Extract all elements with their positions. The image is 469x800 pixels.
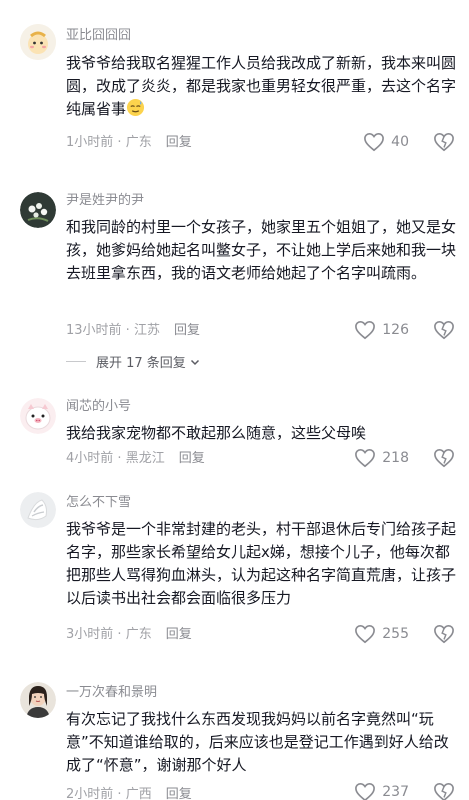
avatar[interactable] bbox=[20, 398, 56, 434]
comment-username[interactable]: 亚比囧囧囧 bbox=[66, 27, 131, 45]
sweat-smile-emoji-icon bbox=[126, 98, 145, 124]
like-button[interactable]: 218 bbox=[354, 448, 409, 468]
reply-button[interactable]: 回复 bbox=[166, 135, 192, 150]
expand-replies-button[interactable]: 展开 17 条回复 bbox=[66, 352, 201, 371]
dislike-icon[interactable] bbox=[433, 320, 455, 340]
like-button[interactable]: 40 bbox=[363, 132, 409, 152]
dislike-icon[interactable] bbox=[433, 782, 455, 800]
dislike-icon[interactable] bbox=[433, 624, 455, 644]
comment-time: 1小时前 bbox=[66, 135, 114, 150]
heart-icon bbox=[355, 782, 376, 800]
comment-text: 我给我家宠物都不敢起那么随意，这些父母唉 bbox=[66, 424, 367, 442]
heart-icon bbox=[355, 320, 376, 340]
dislike-icon[interactable] bbox=[433, 448, 455, 468]
comment-location: 黑龙江 bbox=[125, 451, 165, 466]
comment-time: 3小时前 bbox=[66, 627, 114, 642]
comment-text-body: 我爷爷给我取名猩猩工作人员给我改成了新新，我本来叫圆圆，改成了炎炎，都是我家也重… bbox=[66, 54, 457, 118]
avatar[interactable] bbox=[20, 192, 56, 228]
comment-meta: 4小时前 · 黑龙江 回复 bbox=[66, 450, 205, 468]
comment-username[interactable]: 尹是姓尹的尹 bbox=[66, 192, 144, 210]
comment-location: 江苏 bbox=[133, 323, 160, 338]
heart-icon bbox=[355, 448, 376, 468]
comment-text: 我爷爷是一个非常封建的老头，村干部退休后专门给孩子起名字，那些家长希望给女儿起x… bbox=[66, 520, 457, 607]
meta-separator: · bbox=[121, 323, 134, 338]
comment-location: 广西 bbox=[125, 787, 152, 800]
comment-text: 有次忘记了我找什么东西发现我妈妈以前名字竟然叫“玩意”不知道谁给取的，后来应该也… bbox=[66, 710, 449, 774]
comment-location: 广东 bbox=[125, 135, 152, 150]
meta-separator: · bbox=[113, 627, 126, 642]
meta-separator: · bbox=[113, 451, 126, 466]
comment-username[interactable]: 闻芯的小号 bbox=[66, 398, 131, 416]
like-count: 40 bbox=[391, 134, 409, 150]
heart-icon bbox=[364, 132, 385, 152]
comment-time: 2小时前 bbox=[66, 787, 114, 800]
comment-location: 广东 bbox=[125, 627, 152, 642]
meta-separator: · bbox=[113, 135, 126, 150]
like-button[interactable]: 237 bbox=[354, 782, 409, 800]
meta-separator: · bbox=[113, 787, 126, 800]
avatar[interactable] bbox=[20, 682, 56, 718]
comment-meta: 1小时前 · 广东 回复 bbox=[66, 134, 192, 152]
reply-button[interactable]: 回复 bbox=[174, 323, 200, 338]
dislike-icon[interactable] bbox=[433, 132, 455, 152]
like-button[interactable]: 126 bbox=[354, 320, 409, 340]
avatar[interactable] bbox=[20, 492, 56, 528]
avatar[interactable] bbox=[20, 24, 56, 60]
comment-meta: 2小时前 · 广西 回复 bbox=[66, 786, 192, 800]
reply-button[interactable]: 回复 bbox=[166, 627, 192, 642]
reply-button[interactable]: 回复 bbox=[179, 451, 205, 466]
comment-meta: 13小时前 · 江苏 回复 bbox=[66, 322, 200, 340]
comment-text: 我爷爷给我取名猩猩工作人员给我改成了新新，我本来叫圆圆，改成了炎炎，都是我家也重… bbox=[66, 52, 458, 124]
like-button[interactable]: 255 bbox=[354, 624, 409, 644]
divider bbox=[66, 361, 86, 362]
chevron-down-icon bbox=[190, 359, 199, 365]
like-count: 126 bbox=[382, 322, 409, 338]
comment-time: 13小时前 bbox=[66, 323, 122, 338]
comment-meta: 3小时前 · 广东 回复 bbox=[66, 626, 192, 644]
like-count: 255 bbox=[382, 626, 409, 642]
like-count: 218 bbox=[382, 450, 409, 466]
reply-button[interactable]: 回复 bbox=[166, 787, 192, 800]
comment-time: 4小时前 bbox=[66, 451, 114, 466]
comment-username[interactable]: 怎么不下雪 bbox=[66, 494, 131, 512]
expand-replies-label: 展开 17 条回复 bbox=[96, 356, 186, 371]
heart-icon bbox=[355, 624, 376, 644]
comment-username[interactable]: 一万次春和景明 bbox=[66, 684, 157, 702]
comment-text: 和我同龄的村里一个女孩子，她家里五个姐姐了，她又是女孩，她爹妈给她起名叫鳖女子，… bbox=[66, 218, 457, 282]
like-count: 237 bbox=[382, 784, 409, 800]
